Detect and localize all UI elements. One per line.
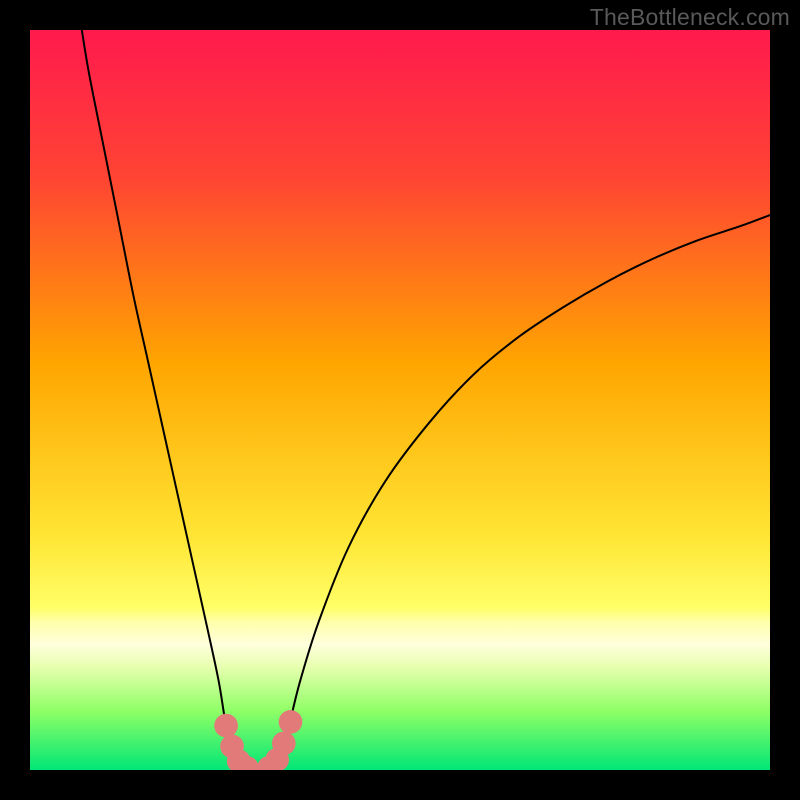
- watermark-text: TheBottleneck.com: [590, 4, 790, 31]
- chart-frame: TheBottleneck.com: [0, 0, 800, 800]
- marker-dot: [272, 732, 296, 756]
- gradient-background: [30, 30, 770, 770]
- chart-canvas: [30, 30, 770, 770]
- plot-area: [30, 30, 770, 770]
- marker-dot: [279, 710, 303, 734]
- marker-dot: [214, 714, 238, 738]
